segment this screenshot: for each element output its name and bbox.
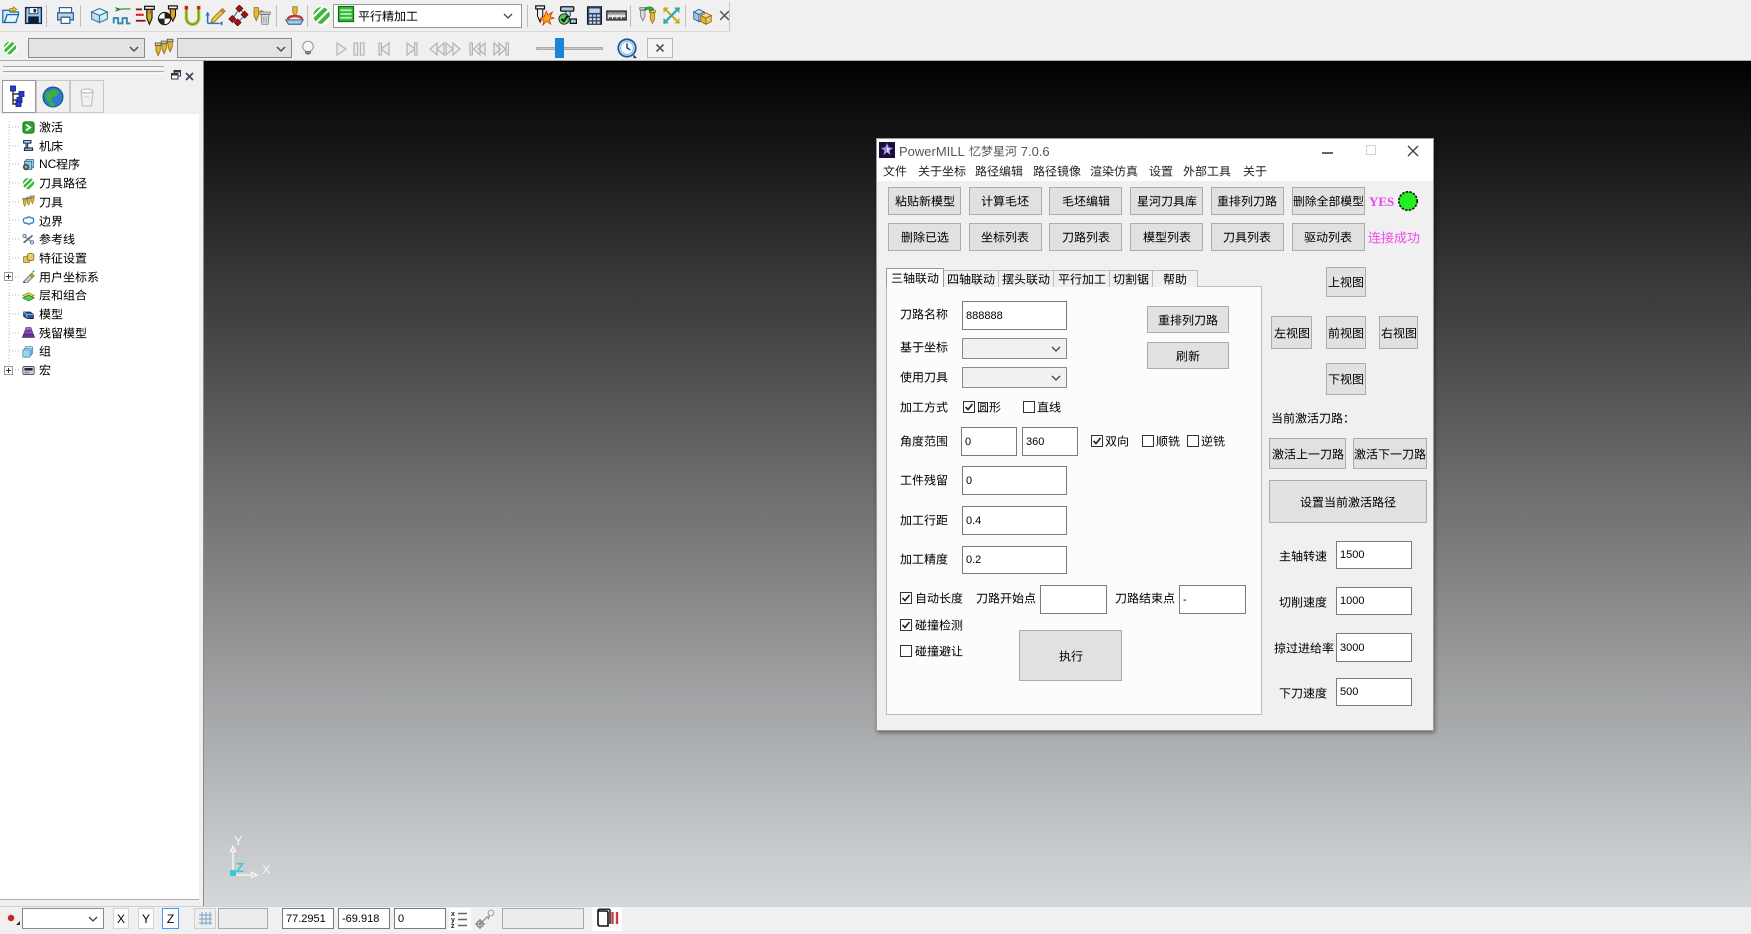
svg-text:Z: Z: [236, 860, 244, 875]
svg-text:Y: Y: [234, 833, 243, 848]
svg-text:X: X: [262, 862, 271, 877]
svg-text:z: z: [451, 923, 455, 930]
